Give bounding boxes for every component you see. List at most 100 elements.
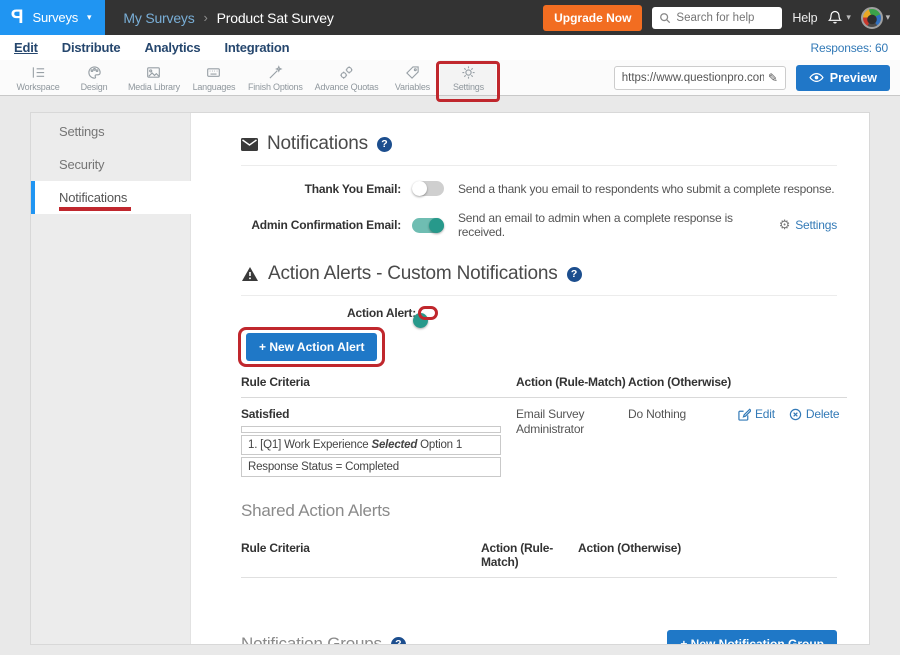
action-alert-label: Action Alert:: [241, 306, 416, 320]
admin-confirmation-email-toggle[interactable]: [412, 218, 444, 233]
breadcrumb: My Surveys › Product Sat Survey: [123, 10, 333, 26]
magic-wand-icon: [268, 65, 283, 80]
action-match-cell: Email Survey Administrator: [516, 398, 628, 477]
row-actions-cell: Edit Delete: [738, 398, 847, 477]
empty-table-space: [241, 578, 837, 612]
toolbar-item-workspace[interactable]: Workspace: [10, 60, 66, 95]
notifications-panel: Notifications ? Thank You Email: Send a …: [191, 113, 869, 644]
settings-workspace: Settings Security Notifications Notifica…: [0, 96, 900, 645]
survey-url-input[interactable]: [622, 72, 764, 84]
toolbar-item-design[interactable]: Design: [66, 60, 122, 95]
preview-button[interactable]: Preview: [796, 65, 890, 91]
search-icon: [659, 12, 671, 24]
breadcrumb-current-survey: Product Sat Survey: [217, 10, 334, 26]
annotation-underline-notifications: [59, 207, 131, 211]
toolbar-item-variables[interactable]: Variables: [384, 60, 440, 95]
tag-icon: [405, 65, 420, 80]
column-header-action-match: Action (Rule-Match): [516, 375, 628, 398]
bell-icon: [827, 9, 843, 26]
new-action-alert-button[interactable]: + New Action Alert: [246, 333, 377, 361]
column-header-actions: [738, 375, 847, 398]
gear-icon: [461, 65, 476, 80]
new-notification-group-button[interactable]: + New Notification Group: [667, 630, 837, 644]
divider: [241, 165, 837, 166]
surveys-product-menu[interactable]: P Surveys ▾: [0, 0, 105, 35]
surveys-menu-label: Surveys: [32, 10, 78, 25]
criteria-collapsed-bar: [241, 426, 501, 433]
column-header-action-match: Action (Rule-Match): [481, 541, 578, 578]
action-alerts-section-header: Action Alerts - Custom Notifications ?: [241, 263, 837, 285]
column-header-rule-criteria: Rule Criteria: [241, 375, 516, 398]
admin-email-settings-link[interactable]: ⚙ Settings: [779, 217, 837, 233]
breadcrumb-my-surveys[interactable]: My Surveys: [123, 10, 194, 26]
keyboard-icon: [206, 65, 221, 80]
toolbar-item-media-library[interactable]: Media Library: [122, 60, 186, 95]
action-alert-toggle-row: Action Alert:: [241, 306, 837, 320]
warning-icon: [241, 266, 259, 282]
edit-toolbar: Workspace Design Media Library Languages…: [0, 60, 900, 96]
shared-action-alerts-header: Shared Action Alerts: [241, 501, 837, 521]
sidebar-item-settings[interactable]: Settings: [31, 115, 190, 148]
image-icon: [146, 65, 161, 80]
chevron-down-icon: ▾: [886, 13, 890, 22]
tab-analytics[interactable]: Analytics: [144, 40, 200, 55]
column-header-action-otherwise: Action (Otherwise): [628, 375, 738, 398]
rule-status: Satisfied: [241, 398, 516, 421]
gears-icon: [339, 65, 354, 80]
help-link[interactable]: Help: [792, 11, 817, 25]
upgrade-now-button[interactable]: Upgrade Now: [543, 5, 642, 31]
help-icon[interactable]: ?: [391, 637, 406, 645]
new-action-alert-row: + New Action Alert: [241, 333, 837, 363]
notifications-title: Notifications: [267, 133, 368, 155]
avatar: [861, 7, 883, 29]
sidebar-item-notifications[interactable]: Notifications: [31, 181, 191, 214]
delete-alert-link[interactable]: Delete: [789, 407, 840, 421]
admin-confirmation-email-row: Admin Confirmation Email: Send an email …: [241, 211, 837, 239]
settings-card: Settings Security Notifications Notifica…: [30, 112, 870, 645]
notifications-bell-menu[interactable]: ▾: [827, 9, 850, 26]
chevron-down-icon: ▾: [87, 13, 91, 22]
action-alerts-title: Action Alerts - Custom Notifications: [268, 263, 558, 285]
tab-distribute[interactable]: Distribute: [62, 40, 121, 55]
divider: [241, 295, 837, 296]
settings-sidebar: Settings Security Notifications: [31, 113, 191, 644]
help-search[interactable]: [652, 7, 782, 29]
help-icon[interactable]: ?: [377, 137, 392, 152]
admin-confirmation-email-description: Send an email to admin when a complete r…: [458, 211, 779, 239]
criteria-item-1: 1. [Q1] Work Experience Selected Option …: [241, 435, 501, 455]
workspace-icon: [31, 65, 46, 80]
toolbar-item-advance-quotas[interactable]: Advance Quotas: [309, 60, 385, 95]
notification-groups-header-row: Notification Groups ? + New Notification…: [241, 630, 837, 644]
account-menu[interactable]: ▾: [861, 7, 890, 29]
eye-icon: [809, 72, 824, 83]
admin-confirmation-email-label: Admin Confirmation Email:: [241, 218, 401, 232]
thank-you-email-label: Thank You Email:: [241, 182, 401, 196]
edit-alert-link[interactable]: Edit: [738, 407, 775, 421]
breadcrumb-separator-icon: ›: [204, 10, 208, 25]
edit-url-pencil-icon[interactable]: ✎: [768, 71, 778, 85]
edit-pencil-icon: [738, 408, 751, 421]
shared-action-alerts-table: Rule Criteria Action (Rule-Match) Action…: [241, 541, 837, 578]
rule-criteria-cell: Satisfied 1. [Q1] Work Experience Select…: [241, 398, 516, 477]
responses-count[interactable]: Responses: 60: [811, 41, 888, 55]
delete-circle-x-icon: [789, 408, 802, 421]
survey-url-field[interactable]: ✎: [614, 66, 786, 90]
column-header-rule-criteria: Rule Criteria: [241, 541, 481, 578]
criteria-item-2: Response Status = Completed: [241, 457, 501, 477]
help-icon[interactable]: ?: [567, 267, 582, 282]
notification-groups-header: Notification Groups ?: [241, 634, 406, 644]
search-input[interactable]: [676, 12, 775, 24]
toolbar-item-languages[interactable]: Languages: [186, 60, 242, 95]
toolbar-item-settings[interactable]: Settings: [440, 60, 496, 95]
sidebar-item-security[interactable]: Security: [31, 148, 190, 181]
palette-icon: [87, 65, 102, 80]
thank-you-email-toggle[interactable]: [412, 181, 444, 196]
tab-edit[interactable]: Edit: [14, 40, 38, 55]
tab-integration[interactable]: Integration: [224, 40, 289, 55]
thank-you-email-row: Thank You Email: Send a thank you email …: [241, 181, 837, 196]
toolbar-right: ✎ Preview: [614, 60, 900, 95]
notifications-section-header: Notifications ?: [241, 133, 837, 155]
survey-nav-tabs: Edit Distribute Analytics Integration Re…: [0, 35, 900, 60]
chevron-down-icon: ▾: [846, 13, 850, 22]
toolbar-item-finish-options[interactable]: Finish Options: [242, 60, 309, 95]
